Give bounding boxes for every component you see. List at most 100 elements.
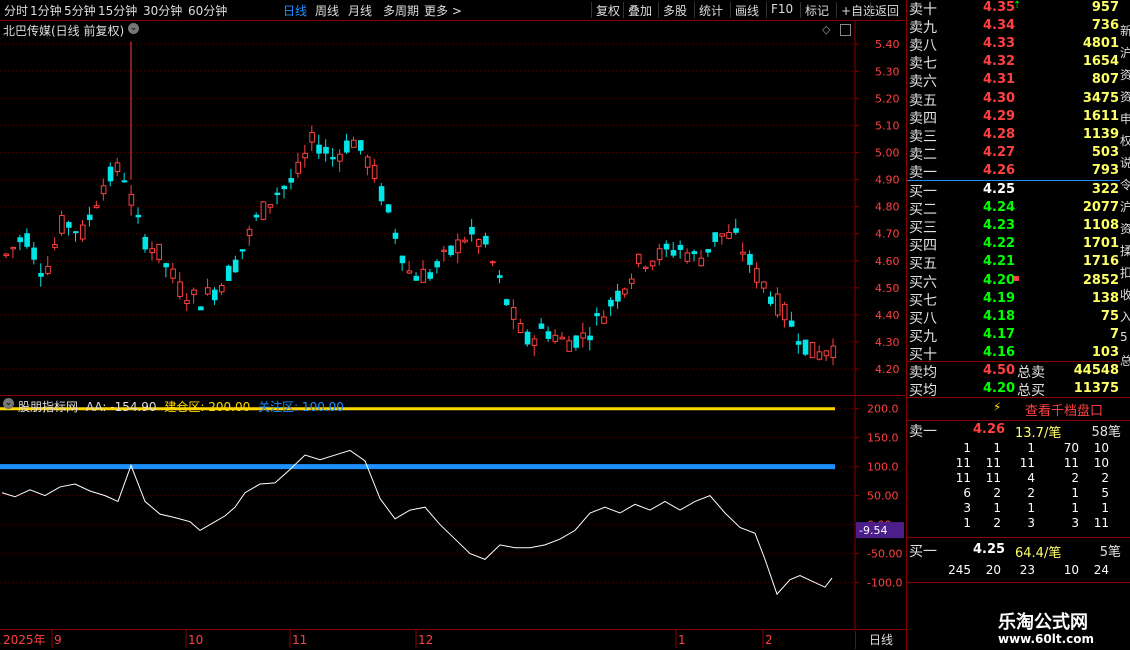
period-tag[interactable]: 日线	[855, 631, 906, 649]
candle-body	[378, 186, 385, 202]
bid-row[interactable]: 买四 4.22 1701	[907, 235, 1130, 254]
diamond-icon[interactable]: ◇	[822, 23, 830, 36]
window-icon[interactable]	[840, 24, 851, 36]
toolbar-separator	[800, 2, 801, 18]
bid-row[interactable]: 买三 4.23 1108	[907, 217, 1130, 236]
period-tab-6[interactable]: 日线	[283, 2, 307, 19]
period-tab-10[interactable]: 更多 >	[424, 2, 462, 19]
candle-body	[274, 192, 281, 196]
toolbar-tool-5[interactable]: F10	[771, 2, 793, 16]
queue-cell: 1	[993, 501, 1001, 515]
indicator-tick-label: -50.00	[867, 548, 902, 561]
chevron-down-icon[interactable]: ⌄	[3, 398, 14, 409]
toolbar-tool-2[interactable]: 多股	[663, 2, 687, 19]
toolbar-tool-4[interactable]: 画线	[735, 2, 759, 19]
bid-row[interactable]: 买五 4.21 1716	[907, 253, 1130, 272]
ask-row[interactable]: 卖六 4.31 807	[907, 71, 1130, 90]
price-tick-label: 4.90	[875, 174, 900, 187]
price-tick-label: 4.50	[875, 282, 900, 295]
candle-body	[768, 296, 774, 304]
candle-body	[719, 233, 725, 237]
kline-chart[interactable]: 5.40 5.30 5.20 5.10 5.00 4.90 4.80 4.70 4.60 4.50…	[0, 20, 905, 396]
time-axis-label: 12	[418, 633, 433, 647]
period-tab-0[interactable]: 分时	[4, 2, 28, 19]
ask-row[interactable]: 卖四 4.29 1611	[907, 108, 1130, 127]
bid-row[interactable]: 买二 4.24 2077	[907, 199, 1130, 218]
toolbar-tool-6[interactable]: 标记	[805, 2, 829, 19]
current-value-label: -9.54	[859, 524, 887, 537]
period-tab-7[interactable]: 周线	[315, 2, 339, 19]
period-tab-4[interactable]: 30分钟	[143, 2, 182, 19]
candle-body	[239, 249, 246, 252]
queue-cell: 10	[1093, 441, 1109, 455]
total-label: 总卖	[1017, 365, 1045, 381]
queue-cell: 1	[1071, 501, 1079, 515]
bid-volume: 75	[1100, 308, 1119, 324]
candle-body	[754, 268, 760, 283]
bid-label: 买一	[909, 184, 937, 200]
bid-volume: 1716	[1082, 254, 1119, 270]
queue-cell: 10	[1093, 456, 1109, 470]
time-axis-label: 1	[678, 633, 686, 647]
bid-label: 买八	[909, 310, 937, 327]
ask-label: 卖九	[909, 20, 937, 37]
period-tab-1[interactable]: 1分钟	[30, 2, 62, 19]
bid-price: 4.20	[983, 272, 1016, 288]
price-tick-label: 5.00	[875, 147, 900, 160]
chevron-down-icon[interactable]: ⌄	[128, 23, 139, 34]
period-tab-2[interactable]: 5分钟	[64, 2, 96, 19]
toolbar-tool-8[interactable]: 返回	[875, 2, 899, 19]
toolbar-tool-1[interactable]: 叠加	[628, 2, 652, 19]
ask-row[interactable]: 卖一 4.26 793	[907, 162, 1130, 181]
bid-row[interactable]: 买一 4.25 322	[907, 181, 1130, 200]
bid-price: 4.23	[983, 218, 1016, 234]
ask-row[interactable]: 卖八 4.33 4801	[907, 35, 1130, 54]
bid-volume: 103	[1091, 344, 1119, 360]
bid-price: 4.24	[983, 200, 1016, 216]
ask-label: 卖一	[909, 164, 937, 181]
candle-body	[3, 253, 10, 257]
candle-body	[490, 261, 496, 264]
candle-body	[698, 257, 705, 267]
queue-cell: 11	[955, 456, 971, 470]
ask-price: 4.32	[983, 54, 1016, 70]
ask-row[interactable]: 卖五 4.30 3475	[907, 90, 1130, 109]
queue-price: 4.25	[973, 542, 1006, 557]
ask-row[interactable]: 卖二 4.27 503	[907, 144, 1130, 163]
thousand-level-button[interactable]: 查看千档盘口	[1025, 400, 1103, 419]
period-tab-8[interactable]: 月线	[348, 2, 372, 19]
candle-body	[135, 214, 142, 218]
candle-body	[615, 290, 621, 302]
queue-cell: 2	[1071, 471, 1079, 485]
period-tab-9[interactable]: 多周期	[383, 2, 419, 19]
ask-row[interactable]: 卖十 4.35 ⇡ 957	[907, 0, 1130, 18]
indicator-tick-label: 50.00	[867, 490, 899, 503]
toolbar-tool-3[interactable]: 统计	[699, 2, 723, 19]
candle-body	[316, 144, 322, 154]
ask-volume: 503	[1091, 144, 1119, 160]
ask-row[interactable]: 卖九 4.34 736	[907, 17, 1130, 37]
queue-cell: 70	[1063, 441, 1079, 455]
bid-row[interactable]: 买十 4.16 103	[907, 344, 1130, 363]
toolbar-tool-0[interactable]: 复权	[596, 2, 620, 19]
bid-price: 4.19	[983, 290, 1016, 306]
queue-avg: 13.7/笔	[1015, 426, 1062, 441]
period-tab-3[interactable]: 15分钟	[98, 2, 137, 19]
indicator-chart[interactable]: 200.0150.0100.050.000.00-50.00-100.0-9.5…	[0, 396, 905, 630]
queue-cell: 11	[1063, 456, 1079, 470]
ask-row[interactable]: 卖七 4.32 1654	[907, 53, 1130, 72]
period-tab-5[interactable]: 60分钟	[188, 2, 227, 19]
candle-body	[483, 235, 489, 245]
queue-cell: 11	[1093, 516, 1109, 530]
bid-row[interactable]: 买九 4.17 7	[907, 326, 1130, 345]
bid-row[interactable]: 买七 4.19 138	[907, 290, 1130, 309]
candle-body	[691, 251, 698, 255]
candle-body	[66, 222, 72, 228]
site-logo: 乐淘公式网 www.60lt.com	[976, 604, 1130, 650]
side-strip-char: 权	[1120, 134, 1130, 148]
ask-row[interactable]: 卖三 4.28 1139	[907, 126, 1130, 145]
bid-row[interactable]: 买六 4.20 ▪ 2852	[907, 272, 1130, 291]
bid-row[interactable]: 买八 4.18 75	[907, 308, 1130, 327]
candle-body	[594, 313, 600, 317]
queue-bottom-divider	[907, 582, 1130, 583]
